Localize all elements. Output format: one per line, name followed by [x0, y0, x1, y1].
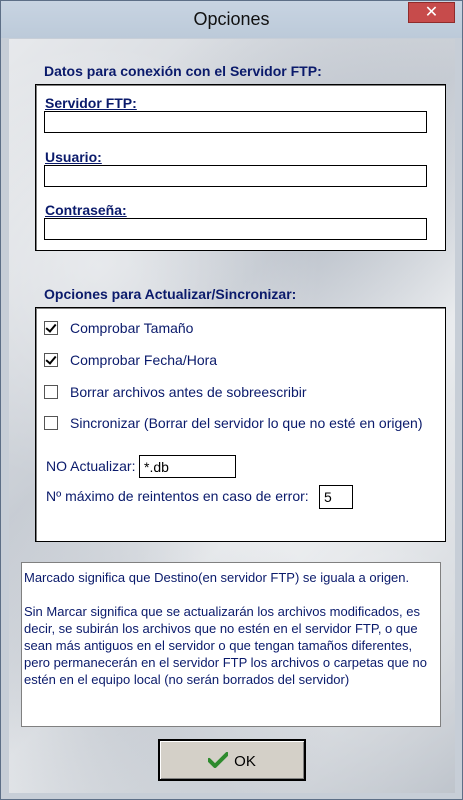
- check-size-label: Comprobar Tamaño: [70, 320, 194, 336]
- window-title: Opciones: [193, 9, 270, 29]
- ok-button-content: OK: [160, 752, 304, 772]
- ok-button[interactable]: OK: [158, 739, 306, 781]
- user-label: Usuario:: [45, 149, 102, 165]
- close-button[interactable]: ✕: [408, 2, 455, 23]
- title-bar[interactable]: Opciones ✕: [1, 1, 462, 38]
- check-datetime-option[interactable]: Comprobar Fecha/Hora: [44, 352, 244, 371]
- client-area: Datos para conexión con el Servidor FTP:…: [9, 39, 455, 793]
- info-paragraph-1: Marcado significa que Destino(en servido…: [24, 570, 410, 585]
- server-label: Servidor FTP:: [45, 95, 137, 111]
- info-text-box: Marcado significa que Destino(en servido…: [21, 562, 441, 727]
- retries-label: Nº máximo de reintentos en caso de error…: [46, 488, 309, 504]
- no-update-input[interactable]: [139, 455, 236, 478]
- info-paragraph-2: Sin Marcar significa que se actualizarán…: [24, 604, 427, 687]
- check-datetime-checkbox[interactable]: [44, 353, 58, 367]
- ftp-group-title: Datos para conexión con el Servidor FTP:: [44, 63, 322, 79]
- delete-before-overwrite-option[interactable]: Borrar archivos antes de sobreescribir: [44, 384, 324, 403]
- synchronize-option[interactable]: Sincronizar (Borrar del servidor lo que …: [44, 415, 434, 434]
- delete-before-overwrite-label: Borrar archivos antes de sobreescribir: [70, 384, 307, 400]
- checkmark-icon: [207, 752, 230, 772]
- synchronize-label: Sincronizar (Borrar del servidor lo que …: [70, 415, 423, 431]
- delete-before-overwrite-checkbox[interactable]: [44, 385, 58, 399]
- user-input[interactable]: [44, 165, 427, 187]
- check-size-option[interactable]: Comprobar Tamaño: [44, 320, 244, 339]
- no-update-label: NO Actualizar:: [46, 458, 136, 474]
- synchronize-checkbox[interactable]: [44, 416, 58, 430]
- sync-group-title: Opciones para Actualizar/Sincronizar:: [44, 286, 297, 302]
- check-size-checkbox[interactable]: [44, 321, 58, 335]
- retries-input[interactable]: [319, 485, 353, 509]
- server-input[interactable]: [44, 111, 427, 133]
- options-window: Opciones ✕ Datos para conexión con el Se…: [0, 0, 463, 800]
- check-datetime-label: Comprobar Fecha/Hora: [70, 352, 218, 368]
- ok-label: OK: [234, 752, 256, 770]
- password-label: Contraseña:: [45, 202, 127, 218]
- password-input[interactable]: [44, 218, 427, 240]
